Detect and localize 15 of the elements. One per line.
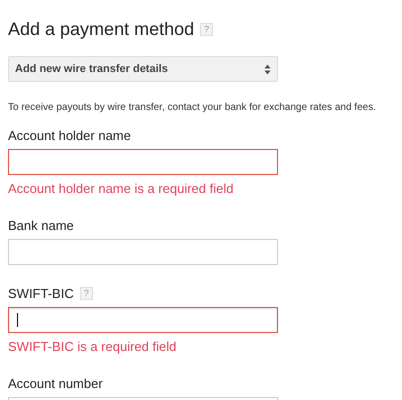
- error-message: Account holder name is a required field: [8, 181, 234, 197]
- input-field[interactable]: [8, 307, 278, 333]
- page-title: Add a payment method: [8, 18, 194, 40]
- field-label: Account number: [8, 376, 103, 390]
- field-label: Bank name: [8, 218, 74, 232]
- help-icon[interactable]: ?: [200, 22, 214, 36]
- field-label: SWIFT-BIC: [8, 286, 74, 300]
- sort-caret-icon: [264, 64, 271, 74]
- help-icon[interactable]: ?: [80, 286, 93, 300]
- transfer-select[interactable]: Add new wire transfer details: [8, 56, 278, 82]
- info-text: To receive payouts by wire transfer, contact your bank for exchange rates and fees.: [8, 102, 377, 113]
- input-field[interactable]: [8, 149, 278, 175]
- field-label: Account holder name: [8, 128, 131, 142]
- error-message: SWIFT-BIC is a required field: [8, 339, 178, 355]
- input-field[interactable]: [8, 239, 278, 265]
